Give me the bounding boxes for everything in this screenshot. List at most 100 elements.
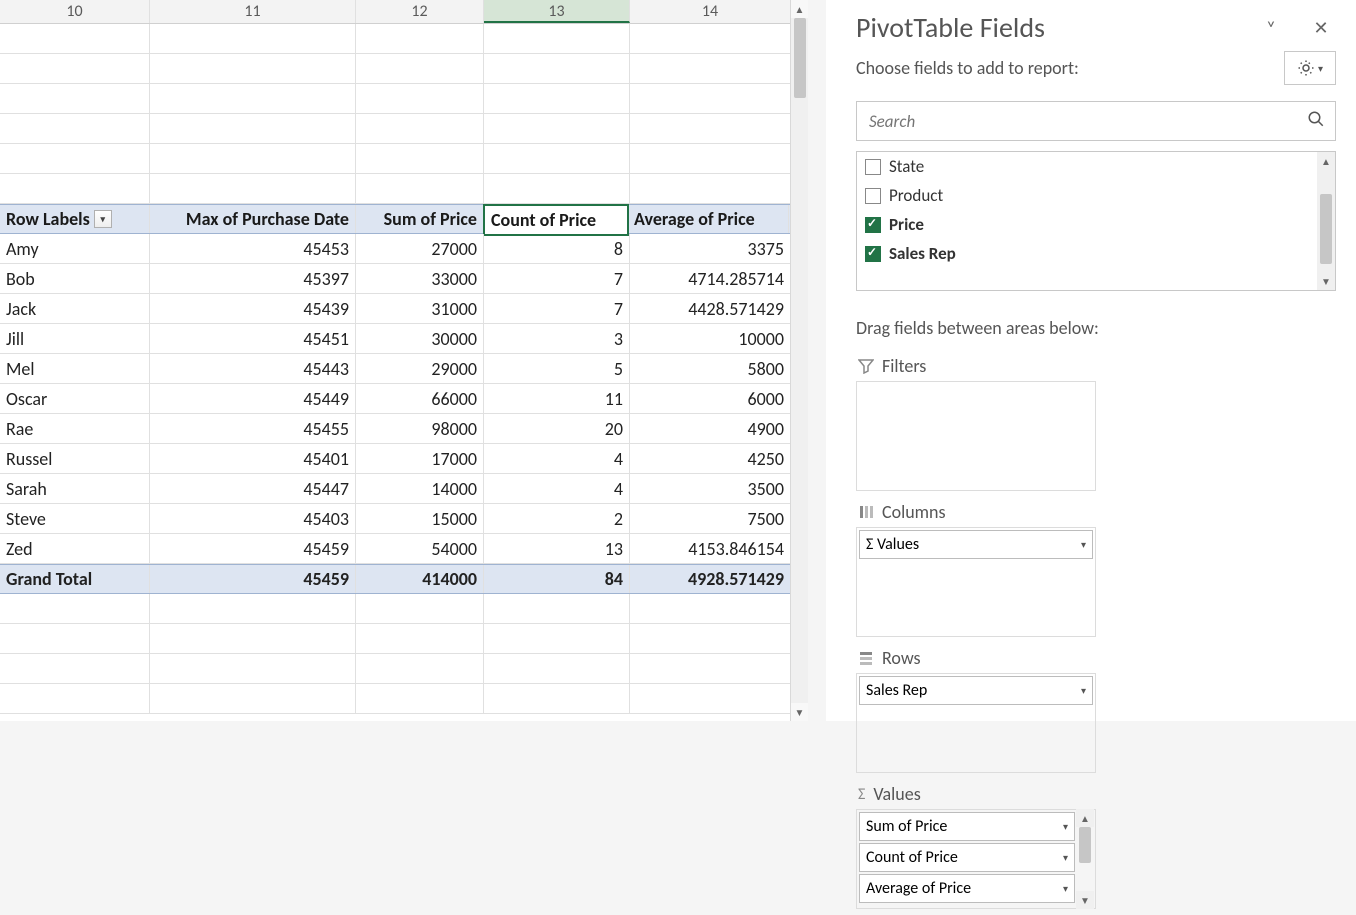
column-header[interactable]: 10 — [0, 0, 150, 23]
filters-drop-area[interactable] — [856, 381, 1096, 491]
scroll-down-icon[interactable]: ▼ — [1317, 272, 1335, 290]
pivot-header[interactable]: Sum of Price — [356, 205, 484, 233]
chevron-down-icon[interactable]: ▾ — [1063, 851, 1068, 864]
checkbox[interactable] — [865, 246, 881, 262]
cell-count[interactable]: 13 — [484, 534, 630, 563]
cell-max[interactable]: 45447 — [150, 474, 356, 503]
chevron-down-icon[interactable]: ▾ — [1081, 538, 1086, 551]
cell-avg[interactable]: 4153.846154 — [630, 534, 791, 563]
field-chip[interactable]: Sales Rep▾ — [859, 676, 1093, 705]
field-item[interactable]: Price — [857, 210, 1335, 239]
row-label[interactable]: Rae — [0, 414, 150, 443]
scroll-down-icon[interactable]: ▼ — [791, 703, 808, 721]
cell-sum[interactable]: 27000 — [356, 234, 484, 263]
cell-count[interactable]: 4 — [484, 474, 630, 503]
cell-sum[interactable]: 98000 — [356, 414, 484, 443]
cell-avg[interactable]: 7500 — [630, 504, 791, 533]
field-chip[interactable]: Sum of Price▾ — [859, 812, 1075, 841]
cell-max[interactable]: 45455 — [150, 414, 356, 443]
column-header[interactable]: 12 — [356, 0, 484, 23]
tools-button[interactable]: ▾ — [1284, 51, 1336, 85]
search-input[interactable] — [867, 110, 1307, 133]
cell-count[interactable]: 7 — [484, 294, 630, 323]
row-label[interactable]: Jill — [0, 324, 150, 353]
cell-max[interactable]: 45459 — [150, 534, 356, 563]
field-chip[interactable]: Count of Price▾ — [859, 843, 1075, 872]
columns-drop-area[interactable]: Σ Values▾ — [856, 527, 1096, 637]
scroll-thumb[interactable] — [1320, 194, 1332, 264]
search-box[interactable] — [856, 101, 1336, 141]
collapse-icon[interactable]: ˅ — [1256, 13, 1286, 43]
cell-sum[interactable]: 15000 — [356, 504, 484, 533]
cell-max[interactable]: 45439 — [150, 294, 356, 323]
fields-scrollbar[interactable]: ▲ ▼ — [1317, 152, 1335, 290]
row-label[interactable]: Amy — [0, 234, 150, 263]
pivot-header[interactable]: Average of Price — [628, 205, 789, 233]
cell-sum[interactable]: 31000 — [356, 294, 484, 323]
cell-max[interactable]: 45449 — [150, 384, 356, 413]
pivot-header[interactable]: Max of Purchase Date — [150, 205, 356, 233]
rows-drop-area[interactable]: Sales Rep▾ — [856, 673, 1096, 773]
scroll-down-icon[interactable]: ▼ — [1076, 891, 1094, 909]
pivot-header-selected-cell[interactable]: Count of Price — [483, 204, 629, 236]
cell-max[interactable]: 45403 — [150, 504, 356, 533]
cell-sum[interactable]: 54000 — [356, 534, 484, 563]
field-chip[interactable]: Average of Price▾ — [859, 874, 1075, 903]
worksheet[interactable]: 10 11 12 13 14 Row Labels ▾ Max of Purch… — [0, 0, 808, 721]
cell-avg[interactable]: 4250 — [630, 444, 791, 473]
values-scrollbar[interactable]: ▲ ▼ — [1076, 809, 1094, 909]
row-label[interactable]: Zed — [0, 534, 150, 563]
cell-sum[interactable]: 66000 — [356, 384, 484, 413]
row-label[interactable]: Bob — [0, 264, 150, 293]
cell-count[interactable]: 7 — [484, 264, 630, 293]
grand-total-label[interactable]: Grand Total — [0, 565, 150, 593]
checkbox[interactable] — [865, 159, 881, 175]
cell-count[interactable]: 2 — [484, 504, 630, 533]
cell-sum[interactable]: 14000 — [356, 474, 484, 503]
chevron-down-icon[interactable]: ▾ — [1063, 820, 1068, 833]
grand-total-count[interactable]: 84 — [484, 565, 630, 593]
cell-count[interactable]: 11 — [484, 384, 630, 413]
cell-avg[interactable]: 10000 — [630, 324, 791, 353]
cell-count[interactable]: 4 — [484, 444, 630, 473]
cell-max[interactable]: 45443 — [150, 354, 356, 383]
grand-total-max[interactable]: 45459 — [150, 565, 356, 593]
scroll-thumb[interactable] — [1079, 827, 1091, 863]
pivot-header-rowlabels[interactable]: Row Labels ▾ — [0, 205, 150, 233]
cell-avg[interactable]: 3375 — [630, 234, 791, 263]
row-label[interactable]: Sarah — [0, 474, 150, 503]
cell-avg[interactable]: 6000 — [630, 384, 791, 413]
field-item[interactable]: State — [857, 152, 1335, 181]
cell-avg[interactable]: 4428.571429 — [630, 294, 791, 323]
cell-sum[interactable]: 30000 — [356, 324, 484, 353]
cell-avg[interactable]: 5800 — [630, 354, 791, 383]
vertical-scrollbar[interactable]: ▲ ▼ — [790, 0, 808, 721]
checkbox[interactable] — [865, 188, 881, 204]
cell-avg[interactable]: 4900 — [630, 414, 791, 443]
cell-avg[interactable]: 4714.285714 — [630, 264, 791, 293]
close-icon[interactable]: ✕ — [1306, 13, 1336, 43]
row-label[interactable]: Mel — [0, 354, 150, 383]
row-label[interactable]: Jack — [0, 294, 150, 323]
cell-count[interactable]: 8 — [484, 234, 630, 263]
scroll-up-icon[interactable]: ▲ — [791, 0, 808, 18]
values-drop-area[interactable]: Sum of Price▾Count of Price▾Average of P… — [856, 809, 1096, 909]
row-label[interactable]: Russel — [0, 444, 150, 473]
cell-max[interactable]: 45453 — [150, 234, 356, 263]
grand-total-sum[interactable]: 414000 — [356, 565, 484, 593]
scroll-up-icon[interactable]: ▲ — [1317, 152, 1335, 170]
column-header[interactable]: 11 — [150, 0, 356, 23]
cell-count[interactable]: 3 — [484, 324, 630, 353]
column-header[interactable]: 14 — [630, 0, 791, 23]
field-item[interactable]: Product — [857, 181, 1335, 210]
cell-sum[interactable]: 33000 — [356, 264, 484, 293]
column-header-selected[interactable]: 13 — [484, 0, 630, 23]
cell-max[interactable]: 45397 — [150, 264, 356, 293]
scroll-thumb[interactable] — [794, 18, 806, 98]
grand-total-avg[interactable]: 4928.571429 — [630, 565, 791, 593]
chevron-down-icon[interactable]: ▾ — [1063, 882, 1068, 895]
row-label[interactable]: Oscar — [0, 384, 150, 413]
chevron-down-icon[interactable]: ▾ — [1081, 684, 1086, 697]
cell-count[interactable]: 5 — [484, 354, 630, 383]
cell-max[interactable]: 45401 — [150, 444, 356, 473]
